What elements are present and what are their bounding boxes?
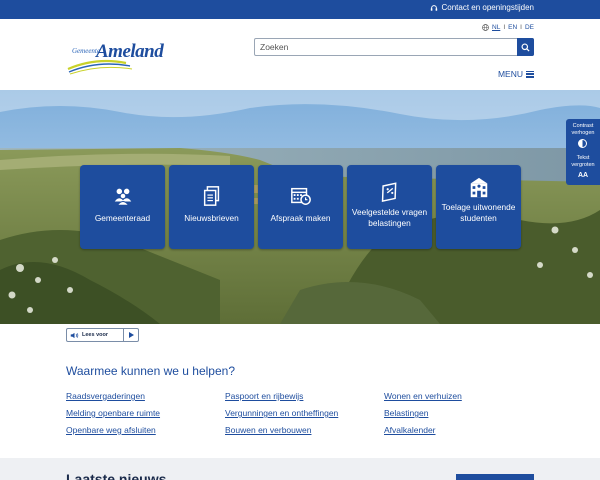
tile-label: Veelgestelde vragen belastingen: [351, 207, 428, 228]
hero-banner: Gemeenteraad Nieuwsbrieven Afspraak make…: [0, 90, 600, 324]
link-paspoort-en-rijbewijs[interactable]: Paspoort en rijbewijs: [225, 391, 303, 401]
tile-label: Nieuwsbrieven: [184, 213, 239, 223]
people-group-icon: [114, 188, 131, 206]
link-vergunningen-en-ontheffingen[interactable]: Vergunningen en ontheffingen: [225, 408, 338, 418]
link-wonen-en-verhuizen[interactable]: Wonen en verhuizen: [384, 391, 462, 401]
accessibility-panel: Contrast verhogen Tekst vergroten AA: [566, 119, 600, 185]
link-melding-openbare-ruimte[interactable]: Melding openbare ruimte: [66, 408, 160, 418]
link-belastingen[interactable]: Belastingen: [384, 408, 428, 418]
section-title: Waarmee kunnen we u helpen?: [66, 364, 235, 378]
lang-de[interactable]: DE: [525, 24, 534, 31]
lang-en[interactable]: EN: [508, 24, 517, 31]
link-bouwen-en-verbouwen[interactable]: Bouwen en verbouwen: [225, 425, 311, 435]
link-afvalkalender[interactable]: Afvalkalender: [384, 425, 436, 435]
news-button[interactable]: [456, 474, 534, 480]
lang-separator: I: [503, 24, 506, 31]
menu-label: MENU: [497, 69, 523, 79]
tile-veelgestelde-vragen-belastingen[interactable]: Veelgestelde vragen belastingen: [347, 165, 432, 249]
tile-gemeenteraad[interactable]: Gemeenteraad: [80, 165, 165, 249]
hamburger-icon: [526, 70, 534, 78]
speaker-icon: [70, 332, 79, 338]
contrast-button[interactable]: Contrast verhogen: [566, 123, 600, 137]
language-switcher: NL I EN I DE: [482, 24, 534, 31]
school-building-icon: [470, 177, 487, 198]
contact-link[interactable]: Contact en openingstijden: [430, 3, 534, 12]
search-icon: [521, 42, 530, 52]
menu-button[interactable]: MENU: [498, 69, 534, 79]
documents-icon: [203, 186, 219, 206]
tile-toelage-uitwonende-studenten[interactable]: Toelage uitwonende studenten: [436, 165, 521, 249]
play-icon: [128, 332, 134, 338]
logo-name: Ameland: [96, 41, 164, 62]
text-size-icon[interactable]: AA: [566, 172, 600, 179]
search-bar: [254, 38, 534, 56]
tile-afspraak-maken[interactable]: Afspraak maken: [258, 165, 343, 249]
read-aloud-label: Lees voor: [82, 332, 108, 338]
lang-separator: I: [520, 24, 522, 31]
contrast-icon[interactable]: [578, 139, 587, 148]
contact-label: Contact en openingstijden: [441, 3, 534, 12]
tile-label: Gemeenteraad: [94, 213, 151, 223]
read-aloud-widget: Lees voor: [66, 328, 139, 342]
tile-nieuwsbrieven[interactable]: Nieuwsbrieven: [169, 165, 254, 249]
text-size-button[interactable]: Tekst vergroten: [566, 155, 600, 169]
lang-nl[interactable]: NL: [492, 24, 500, 31]
tile-label: Afspraak maken: [270, 213, 331, 223]
link-raadsvergaderingen[interactable]: Raadsvergaderingen: [66, 391, 145, 401]
text-size-label: Tekst vergroten: [571, 155, 595, 168]
globe-icon: [482, 24, 489, 31]
contrast-label: Contrast verhogen: [571, 123, 595, 136]
search-input[interactable]: [255, 39, 517, 55]
tax-receipt-icon: [381, 182, 396, 202]
headset-icon: [431, 4, 438, 11]
search-button[interactable]: [517, 38, 534, 56]
top-bar: Contact en openingstijden: [0, 0, 600, 19]
news-title: Laatste nieuws: [66, 471, 167, 480]
link-openbare-weg-afsluiten[interactable]: Openbare weg afsluiten: [66, 425, 156, 435]
play-button[interactable]: [124, 329, 138, 341]
tile-label: Toelage uitwonende studenten: [441, 202, 516, 223]
header: NL I EN I DE Gemeente Ameland MENU: [0, 19, 600, 90]
news-section: Laatste nieuws: [0, 458, 600, 480]
calendar-clock-icon: [290, 187, 311, 205]
quick-tiles: Gemeenteraad Nieuwsbrieven Afspraak make…: [80, 165, 521, 249]
read-aloud-button[interactable]: Lees voor: [67, 329, 124, 341]
logo[interactable]: Gemeente Ameland: [66, 41, 164, 89]
